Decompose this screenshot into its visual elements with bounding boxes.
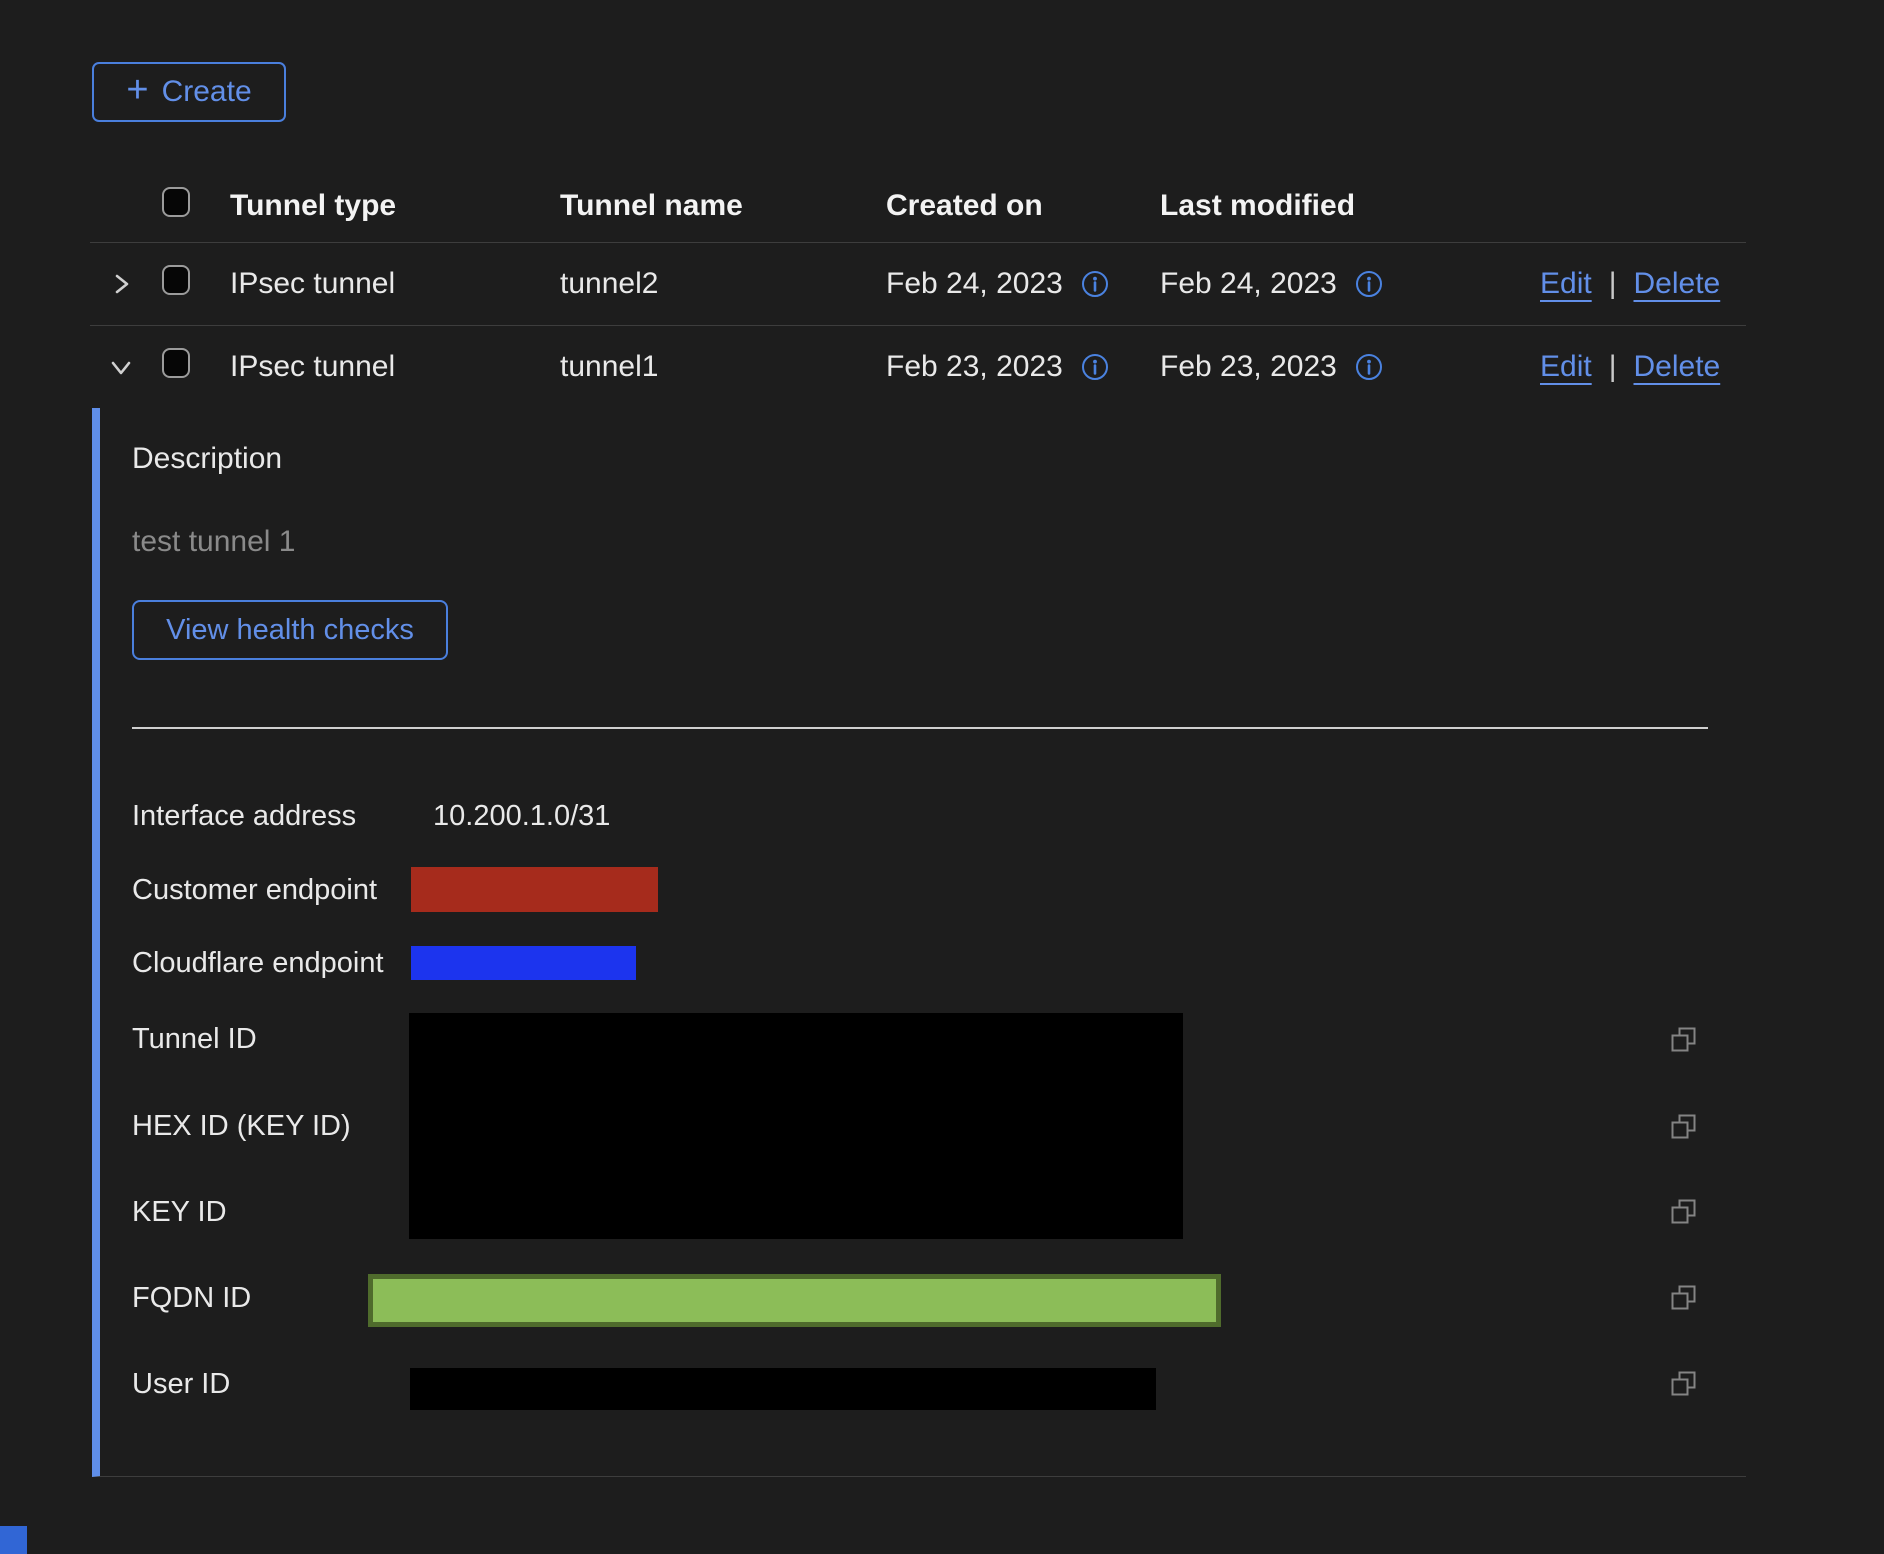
interface-address-value: 10.200.1.0/31 — [433, 799, 610, 833]
action-separator: | — [1609, 267, 1617, 301]
fqdn-id-redacted-value — [368, 1274, 1221, 1327]
chevron-right-icon — [106, 269, 136, 299]
edit-link[interactable]: Edit — [1540, 350, 1592, 384]
customer-endpoint-label: Customer endpoint — [132, 873, 377, 907]
header-created-on: Created on — [886, 189, 1043, 223]
tunnel-type-value: IPsec tunnel — [230, 350, 395, 384]
user-id-label: User ID — [132, 1367, 230, 1401]
table-row-tunnel2: IPsec tunnel tunnel2 Feb 24, 2023 Feb 24… — [90, 243, 1746, 326]
copy-user-id-button[interactable] — [1670, 1370, 1698, 1398]
copy-icon — [1670, 1198, 1698, 1226]
copy-icon — [1670, 1026, 1698, 1054]
view-health-checks-button[interactable]: View health checks — [132, 600, 448, 660]
panel-divider — [132, 727, 1708, 729]
create-button-label: Create — [162, 75, 252, 109]
tunnels-table-header: Tunnel type Tunnel name Created on Last … — [90, 170, 1746, 243]
description-value: test tunnel 1 — [132, 525, 295, 559]
copy-tunnel-id-button[interactable] — [1670, 1026, 1698, 1054]
header-last-modified: Last modified — [1160, 189, 1355, 223]
copy-key-id-button[interactable] — [1670, 1198, 1698, 1226]
delete-link[interactable]: Delete — [1634, 267, 1721, 301]
copy-icon — [1670, 1370, 1698, 1398]
header-tunnel-type: Tunnel type — [230, 189, 396, 223]
hex-id-label: HEX ID (KEY ID) — [132, 1109, 351, 1143]
cloudflare-endpoint-label: Cloudflare endpoint — [132, 946, 384, 980]
select-all-checkbox[interactable] — [162, 187, 190, 217]
tunnel-id-label: Tunnel ID — [132, 1022, 257, 1056]
cloudflare-endpoint-redacted-value — [411, 946, 636, 980]
tunnel-type-value: IPsec tunnel — [230, 267, 395, 301]
tunnel-details-panel: Description test tunnel 1 View health ch… — [92, 408, 1746, 1477]
tunnel-name-value: tunnel2 — [560, 267, 658, 301]
create-button[interactable]: + Create — [92, 62, 286, 122]
info-icon[interactable] — [1355, 353, 1383, 381]
expand-row-button[interactable] — [104, 267, 138, 301]
fqdn-id-label: FQDN ID — [132, 1281, 251, 1315]
edit-link[interactable]: Edit — [1540, 267, 1592, 301]
chevron-down-icon — [106, 352, 136, 382]
ids-redacted-value — [409, 1013, 1183, 1239]
info-icon[interactable] — [1355, 270, 1383, 298]
action-separator: | — [1609, 350, 1617, 384]
header-tunnel-name: Tunnel name — [560, 189, 743, 223]
copy-hex-id-button[interactable] — [1670, 1113, 1698, 1141]
copy-fqdn-id-button[interactable] — [1670, 1284, 1698, 1312]
info-icon[interactable] — [1081, 270, 1109, 298]
customer-endpoint-redacted-value — [411, 867, 658, 912]
description-label: Description — [132, 442, 282, 476]
bottom-left-partial-element[interactable] — [0, 1526, 27, 1554]
last-modified-value: Feb 24, 2023 — [1160, 267, 1337, 301]
interface-address-label: Interface address — [132, 799, 356, 833]
last-modified-value: Feb 23, 2023 — [1160, 350, 1337, 384]
row-checkbox[interactable] — [162, 265, 190, 295]
table-row-tunnel1: IPsec tunnel tunnel1 Feb 23, 2023 Feb 23… — [90, 326, 1746, 408]
plus-icon: + — [126, 71, 148, 109]
row-checkbox[interactable] — [162, 348, 190, 378]
copy-icon — [1670, 1284, 1698, 1312]
delete-link[interactable]: Delete — [1634, 350, 1721, 384]
copy-icon — [1670, 1113, 1698, 1141]
created-on-value: Feb 24, 2023 — [886, 267, 1063, 301]
tunnel-name-value: tunnel1 — [560, 350, 658, 384]
user-id-redacted-value — [410, 1368, 1156, 1410]
collapse-row-button[interactable] — [104, 350, 138, 384]
key-id-label: KEY ID — [132, 1195, 227, 1229]
info-icon[interactable] — [1081, 353, 1109, 381]
created-on-value: Feb 23, 2023 — [886, 350, 1063, 384]
